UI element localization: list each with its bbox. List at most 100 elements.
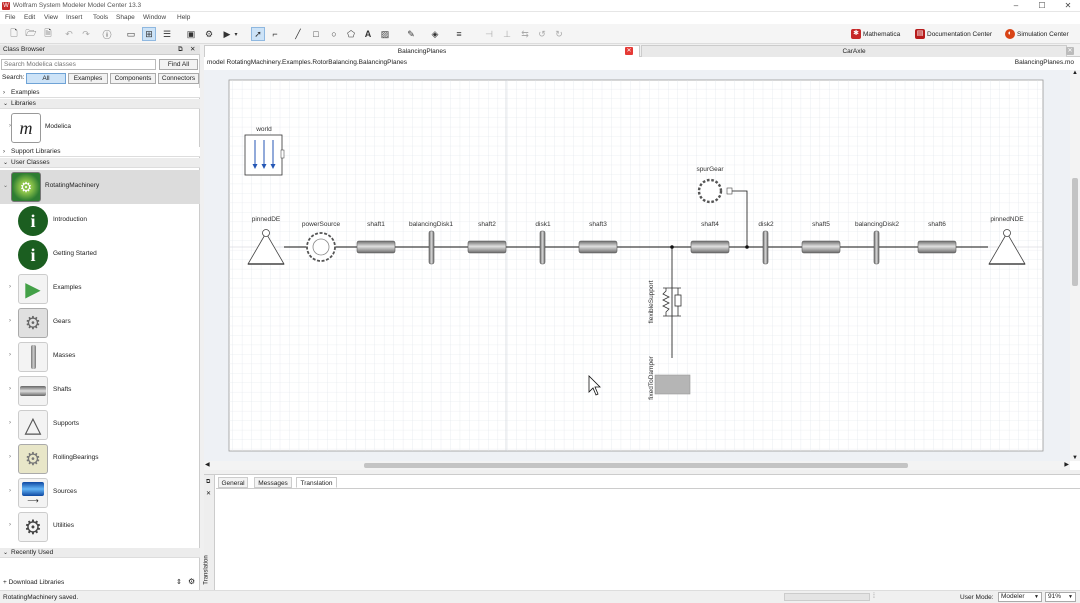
documentation-icon: ▤ bbox=[915, 29, 925, 39]
simulation-label: Simulation Center bbox=[1017, 30, 1069, 38]
section-examples[interactable]: › Examples bbox=[0, 88, 200, 98]
filter-all-button[interactable]: All bbox=[26, 73, 66, 84]
scroll-down-icon[interactable]: ▼ bbox=[1070, 455, 1080, 461]
class-masses-label: Masses bbox=[53, 352, 76, 359]
tab-messages[interactable]: Messages bbox=[254, 477, 292, 488]
filter-components-button[interactable]: Components bbox=[110, 73, 156, 84]
filter-connectors-button[interactable]: Connectors bbox=[158, 73, 199, 84]
close-panel-icon[interactable]: ✕ bbox=[190, 45, 195, 55]
side-translation-label: Translation bbox=[203, 555, 210, 585]
horizontal-scrollbar[interactable]: ◀ ▶ bbox=[204, 461, 1070, 470]
class-utilities[interactable]: › ⚙ Utilities bbox=[0, 510, 200, 544]
class-introduction[interactable]: i Introduction bbox=[0, 204, 200, 238]
download-libraries-link[interactable]: + Download Libraries bbox=[3, 579, 64, 586]
menu-tools[interactable]: Tools bbox=[93, 14, 108, 21]
diagram-svg[interactable]: world pinnedDE powerSource shaft1 balanc… bbox=[204, 70, 1070, 461]
select-tool-icon[interactable]: ➚ bbox=[251, 27, 265, 41]
class-examples[interactable]: › ▶ Examples bbox=[0, 272, 200, 306]
scroll-right-icon[interactable]: ▶ bbox=[1064, 461, 1069, 468]
section-support-libraries[interactable]: › Support Libraries bbox=[0, 147, 200, 157]
connect-tool-icon[interactable]: ⌐ bbox=[268, 27, 282, 41]
library-modelica[interactable]: › m Modelica bbox=[0, 111, 200, 145]
text-view-icon[interactable]: ☰ bbox=[160, 27, 174, 41]
diagram-canvas[interactable]: world pinnedDE powerSource shaft1 balanc… bbox=[204, 70, 1070, 461]
class-rotating-machinery[interactable]: ⌄ ⚙ RotatingMachinery bbox=[0, 170, 200, 204]
info-icon[interactable]: ⓘ bbox=[100, 27, 114, 41]
close-tab-icon[interactable]: ✕ bbox=[1066, 47, 1074, 55]
menu-view[interactable]: View bbox=[44, 14, 58, 21]
polygon-tool-icon[interactable]: ⬠ bbox=[344, 27, 358, 41]
align-icon[interactable]: ⊣ bbox=[482, 27, 496, 41]
class-getting-started[interactable]: i Getting Started bbox=[0, 238, 200, 272]
horizontal-scroll-thumb[interactable] bbox=[364, 463, 908, 468]
vertical-scrollbar[interactable]: ▲ ▼ bbox=[1070, 70, 1080, 461]
menu-file[interactable]: File bbox=[5, 14, 15, 21]
diagram-view-icon[interactable]: ⊞ bbox=[142, 27, 156, 41]
rotate-right-icon[interactable]: ↻ bbox=[552, 27, 566, 41]
user-mode-select[interactable]: Modeler ▼ bbox=[998, 592, 1042, 602]
section-user-classes[interactable]: ⌄ User Classes bbox=[0, 158, 200, 168]
open-folder-icon[interactable]: 🗁 bbox=[24, 27, 38, 41]
tab-translation[interactable]: Translation bbox=[296, 477, 337, 488]
distribute-icon[interactable]: ⊥ bbox=[500, 27, 514, 41]
library-icon[interactable]: ▣ bbox=[184, 27, 198, 41]
tab-car-axle[interactable]: CarAxle bbox=[641, 45, 1067, 57]
mathematica-link[interactable]: ✱ Mathematica bbox=[851, 29, 900, 39]
redo-icon[interactable]: ↷ bbox=[79, 27, 93, 41]
close-bottom-panel-icon[interactable]: ✕ bbox=[206, 490, 211, 497]
tab-balancing-planes[interactable]: BalancingPlanes bbox=[204, 45, 640, 57]
float-panel-icon[interactable]: ⧉ bbox=[178, 45, 183, 55]
undo-icon[interactable]: ↶ bbox=[62, 27, 76, 41]
documentation-center-link[interactable]: ▤ Documentation Center bbox=[915, 29, 992, 39]
class-search-input[interactable] bbox=[1, 59, 156, 70]
documentation-label: Documentation Center bbox=[927, 30, 993, 38]
line-tool-icon[interactable]: ╱ bbox=[291, 27, 305, 41]
rectangle-tool-icon[interactable]: □ bbox=[309, 27, 323, 41]
scroll-left-icon[interactable]: ◀ bbox=[205, 461, 210, 468]
tab-general[interactable]: General bbox=[218, 477, 248, 488]
minimize-button[interactable]: – bbox=[1004, 0, 1028, 12]
line-color-icon[interactable]: ✎ bbox=[404, 27, 418, 41]
menu-edit[interactable]: Edit bbox=[24, 14, 35, 21]
ellipse-tool-icon[interactable]: ○ bbox=[327, 27, 341, 41]
class-supports[interactable]: › △ Supports bbox=[0, 408, 200, 442]
class-shafts[interactable]: › Shafts bbox=[0, 374, 200, 408]
class-sources[interactable]: › ⟶ Sources bbox=[0, 476, 200, 510]
menu-shape[interactable]: Shape bbox=[116, 14, 135, 21]
scroll-up-icon[interactable]: ▲ bbox=[1070, 70, 1080, 76]
simulate-dropdown-icon[interactable]: ▾ bbox=[232, 27, 240, 41]
new-file-icon[interactable]: 🗋 bbox=[7, 27, 21, 41]
bottom-panel: ⧉ ✕ Translation General Messages Transla… bbox=[203, 474, 1080, 591]
menu-window[interactable]: Window bbox=[143, 14, 166, 21]
menu-insert[interactable]: Insert bbox=[66, 14, 82, 21]
zoom-select[interactable]: 91% ▼ bbox=[1045, 592, 1076, 602]
fill-color-icon[interactable]: ◈ bbox=[428, 27, 442, 41]
section-recently-used[interactable]: ⌄ Recently Used bbox=[0, 548, 200, 558]
class-masses[interactable]: › Masses bbox=[0, 340, 200, 374]
vertical-scroll-thumb[interactable] bbox=[1072, 178, 1078, 286]
line-style-icon[interactable]: ≡ bbox=[452, 27, 466, 41]
text-tool-icon[interactable]: A bbox=[361, 27, 375, 41]
modelica-icon: m bbox=[11, 113, 41, 143]
library-modelica-label: Modelica bbox=[45, 123, 72, 130]
maximize-button[interactable]: ☐ bbox=[1030, 0, 1054, 12]
check-model-icon[interactable]: ⚙ bbox=[202, 27, 216, 41]
sort-icon[interactable]: ⇕ bbox=[176, 578, 182, 586]
filter-examples-button[interactable]: Examples bbox=[68, 73, 108, 84]
icon-view-icon[interactable]: ▭ bbox=[124, 27, 138, 41]
section-libraries[interactable]: ⌄ Libraries bbox=[0, 99, 200, 109]
bitmap-tool-icon[interactable]: ▨ bbox=[378, 27, 392, 41]
class-gears[interactable]: › ⚙ Gears bbox=[0, 306, 200, 340]
close-tab-icon[interactable]: ✕ bbox=[625, 47, 633, 55]
save-icon[interactable]: 🗎 bbox=[41, 27, 55, 41]
find-all-button[interactable]: Find All bbox=[159, 59, 198, 70]
simulation-center-link[interactable]: ◐ Simulation Center bbox=[1005, 29, 1069, 39]
class-rolling-bearings[interactable]: › ⚙ RollingBearings bbox=[0, 442, 200, 476]
rotate-left-icon[interactable]: ↺ bbox=[535, 27, 549, 41]
info-icon: i bbox=[18, 240, 48, 270]
flip-icon[interactable]: ⇆ bbox=[518, 27, 532, 41]
close-window-button[interactable]: ✕ bbox=[1056, 0, 1080, 12]
settings-gear-icon[interactable]: ⚙ bbox=[188, 577, 195, 586]
float-bottom-panel-icon[interactable]: ⧉ bbox=[206, 479, 210, 486]
menu-help[interactable]: Help bbox=[177, 14, 190, 21]
